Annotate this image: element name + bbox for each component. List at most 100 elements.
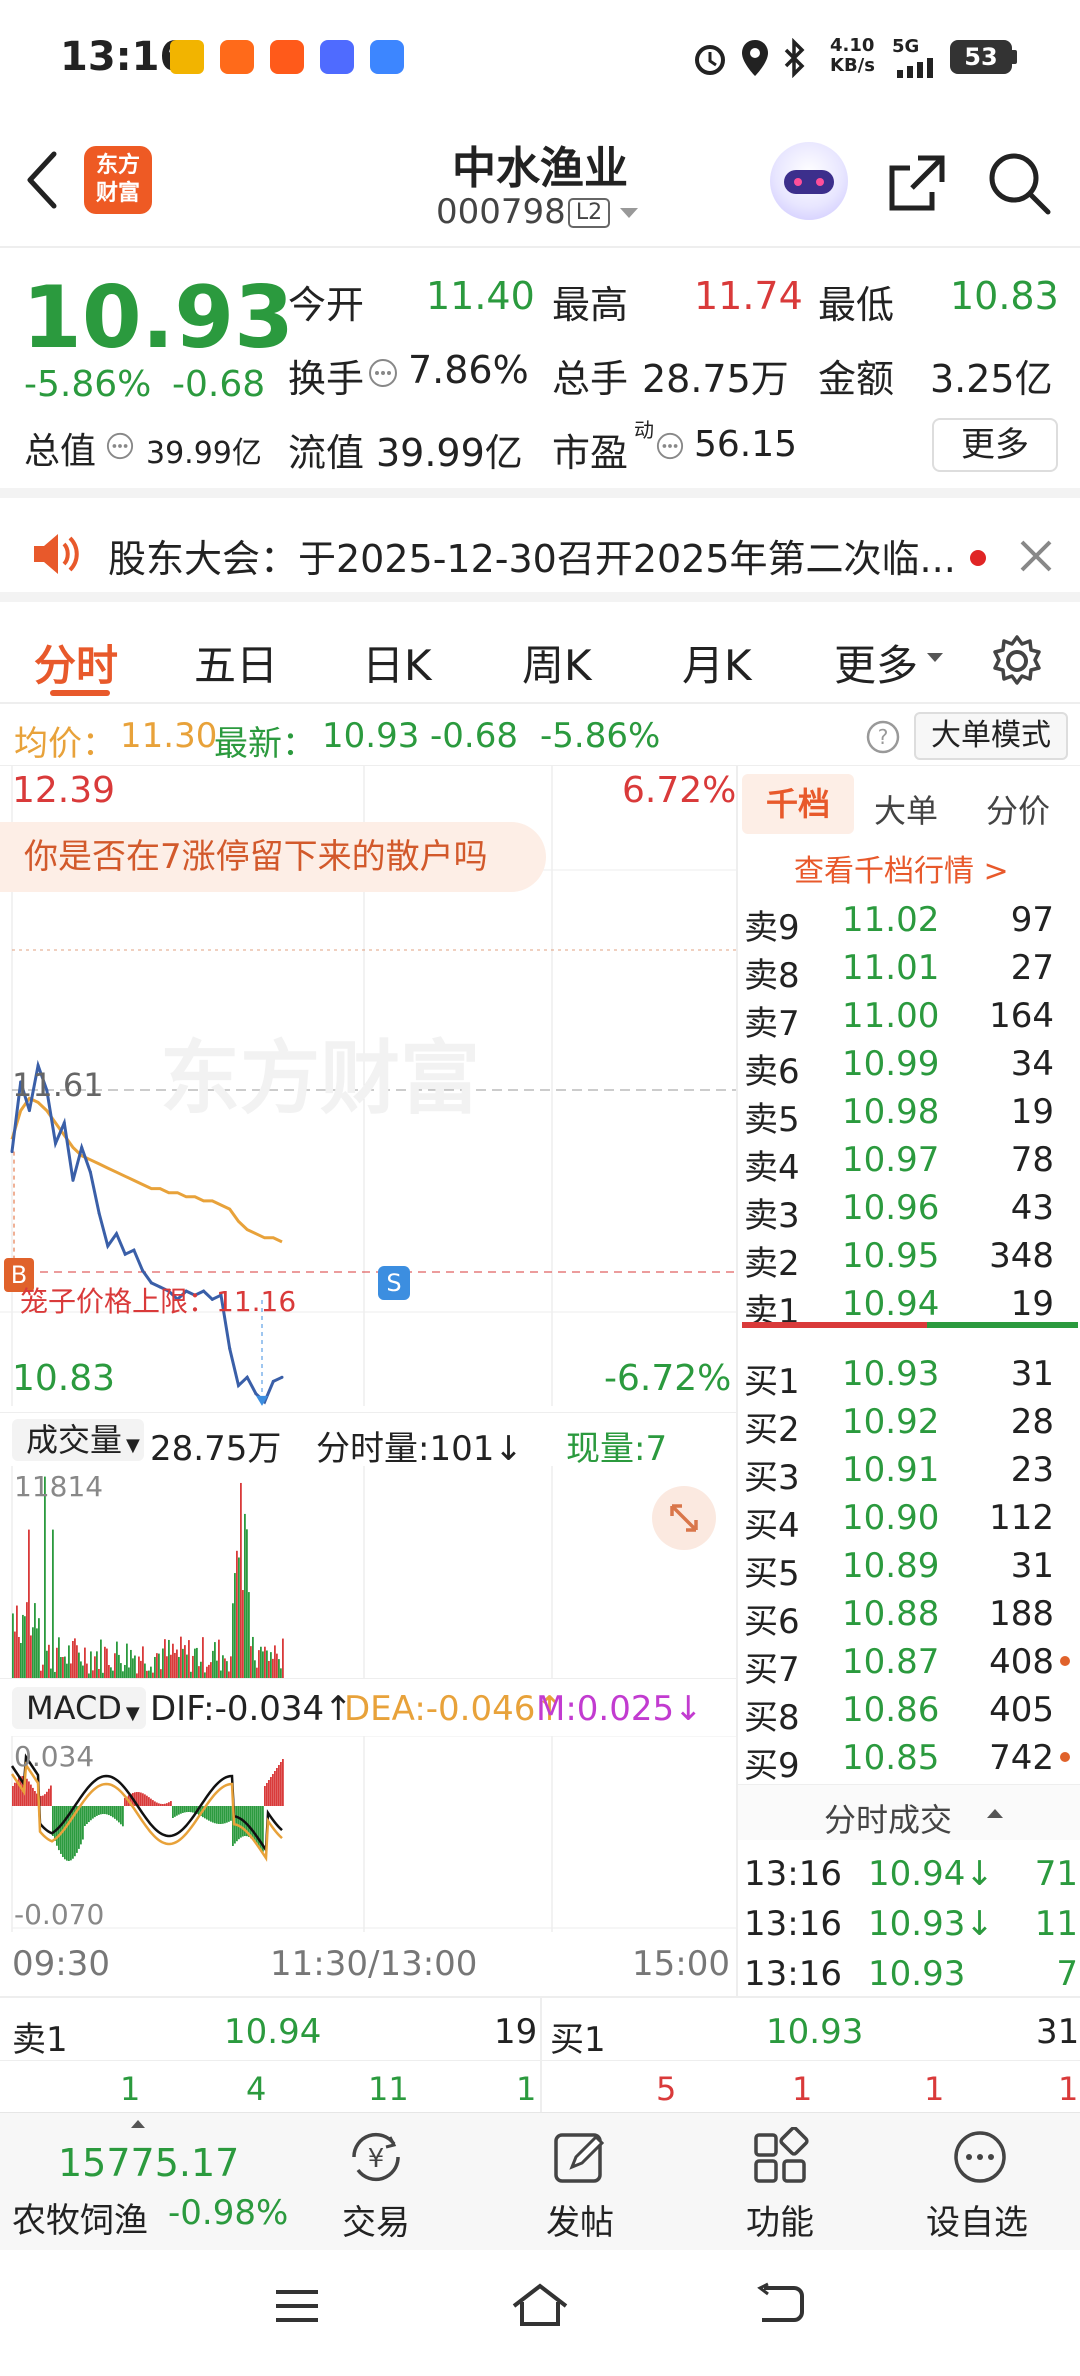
ask-row[interactable]: 卖6 10.99 34 <box>738 1038 1080 1092</box>
tab-monthly-k[interactable]: 月K <box>682 632 752 693</box>
bid-row[interactable]: 买9 10.85 742 <box>738 1732 1080 1786</box>
ask1-label: 卖1 <box>12 2020 68 2060</box>
ask-row[interactable]: 卖5 10.98 19 <box>738 1086 1080 1140</box>
macd-bar <box>212 1806 214 1823</box>
trade-button[interactable]: ¥ 交易 <box>316 2113 436 2251</box>
bid-row[interactable]: 买5 10.89 31 <box>738 1540 1080 1594</box>
more-button[interactable]: 更多 <box>932 418 1058 472</box>
volume-bar <box>210 1662 212 1678</box>
bid-row[interactable]: 买2 10.92 28 <box>738 1396 1080 1450</box>
expand-button[interactable] <box>652 1486 716 1550</box>
robot-face <box>784 170 834 194</box>
trades-header[interactable]: 分时成交 <box>738 1784 1080 1840</box>
robot-assistant-icon[interactable] <box>770 142 848 220</box>
volume-bar <box>84 1647 86 1678</box>
volume-max-label: 11814 <box>14 1470 104 1503</box>
info-dots-icon[interactable] <box>656 432 684 460</box>
price-point <box>27 1109 31 1113</box>
high-label: 最高 <box>552 283 629 327</box>
macd-bar <box>78 1806 80 1849</box>
bid-volume: 188 <box>989 1594 1054 1634</box>
ask-row[interactable]: 卖7 11.00 164 <box>738 990 1080 1044</box>
announcement-bar[interactable]: 股东大会：于2025-12-30召开2025年第二次临... <box>0 508 1080 602</box>
macd-bar <box>184 1806 186 1813</box>
price-point <box>254 1392 258 1396</box>
tab-daily-k[interactable]: 日K <box>362 632 432 693</box>
price-point <box>245 1375 249 1379</box>
macd-bar <box>124 1798 126 1806</box>
big-order-mode-button[interactable]: 大单模式 <box>914 712 1068 760</box>
info-dots-icon[interactable] <box>106 432 134 460</box>
bid-price: 10.85 <box>842 1738 940 1778</box>
bid-row[interactable]: 买4 10.90 112 <box>738 1492 1080 1546</box>
share-icon[interactable] <box>884 152 948 216</box>
tab-five-day[interactable]: 五日 <box>194 632 278 693</box>
intraday-chart[interactable]: 东方财富 12.39 6.72% 11.61 10.83 -6.72% 你是否在… <box>0 766 736 1996</box>
macd-selector[interactable]: MACD ▼ <box>12 1687 146 1729</box>
home-icon[interactable] <box>508 2280 572 2330</box>
tab-intraday[interactable]: 分时 <box>34 632 118 693</box>
add-watchlist-button[interactable]: 设自选 <box>910 2113 1050 2251</box>
tab-weekly-k[interactable]: 周K <box>522 632 592 693</box>
promo-bubble[interactable]: 你是否在7涨停留下来的散户吗 <box>0 822 546 892</box>
ask-row[interactable]: 卖4 10.97 78 <box>738 1134 1080 1188</box>
ask-row[interactable]: 卖8 11.01 27 <box>738 942 1080 996</box>
ask-price: 10.98 <box>842 1092 940 1132</box>
bid1-volume: 31 <box>1036 2012 1080 2052</box>
info-dots-icon[interactable] <box>368 358 398 388</box>
volume-bar <box>70 1663 72 1678</box>
help-icon[interactable]: ? <box>866 720 900 754</box>
bid-row[interactable]: 买7 10.87 408 <box>738 1636 1080 1690</box>
macd-bar <box>226 1806 228 1823</box>
ask-row[interactable]: 卖9 11.02 97 <box>738 894 1080 948</box>
turnover-value: 7.86% <box>408 348 529 392</box>
float-cap-value: 39.99亿 <box>376 431 523 475</box>
view-levels-link[interactable]: 查看千档行情 > <box>794 846 1009 890</box>
ask-row[interactable]: 卖1 10.94 19 <box>738 1278 1080 1332</box>
tab-more[interactable]: 更多 <box>834 632 918 693</box>
macd-bar <box>82 1806 84 1840</box>
bid-row[interactable]: 买3 10.91 23 <box>738 1444 1080 1498</box>
macd-m: M:0.025↓ <box>536 1689 703 1729</box>
tab-big-order[interactable]: 大单 <box>874 786 938 832</box>
ask-row[interactable]: 卖2 10.95 348 <box>738 1230 1080 1284</box>
volume-bar <box>280 1668 282 1678</box>
app-icon-blue <box>370 40 404 74</box>
volume-bar <box>114 1653 116 1678</box>
pct-axis-bottom: -6.72% <box>604 1358 732 1399</box>
level1-quote-bar: 卖1 10.94 19 买1 10.93 31 1 4 11 1 5 1 1 1 <box>0 1996 1080 2114</box>
trade-row: 13:16 10.94↓ 71 <box>738 1848 1080 1896</box>
search-icon[interactable] <box>986 150 1052 216</box>
ask-row[interactable]: 卖3 10.96 43 <box>738 1182 1080 1236</box>
net-speed-unit: KB/s <box>830 55 875 76</box>
bid-row[interactable]: 买6 10.88 188 <box>738 1588 1080 1642</box>
battery-tip <box>1012 50 1017 64</box>
chevron-down-icon[interactable] <box>618 206 640 222</box>
menu-icon[interactable] <box>272 2286 322 2326</box>
tab-thousand-levels[interactable]: 千档 <box>742 774 854 834</box>
sell-marker[interactable]: S <box>378 1266 410 1300</box>
post-label: 发帖 <box>546 2203 614 2243</box>
tab-price-split[interactable]: 分价 <box>986 786 1050 832</box>
volume-selector[interactable]: 成交量 ▼ <box>12 1419 144 1461</box>
macd-bar <box>148 1797 150 1806</box>
bid-row[interactable]: 买8 10.86 405 <box>738 1684 1080 1738</box>
sector-index[interactable]: 15775.17 农牧饲渔 -0.98% <box>0 2113 300 2251</box>
macd-bar <box>30 1784 32 1806</box>
level2-badge[interactable]: L2 <box>568 198 610 228</box>
latest-change-pct: -5.86% <box>540 716 661 756</box>
active-tab-underline <box>50 690 110 696</box>
back-icon[interactable] <box>754 2282 808 2328</box>
volume-bar <box>222 1655 224 1678</box>
volume-bar <box>180 1636 182 1678</box>
macd-selector-label: MACD <box>26 1689 122 1727</box>
functions-button[interactable]: 功能 <box>720 2113 840 2251</box>
macd-bar <box>154 1801 156 1806</box>
latest-price-value: 10.93 <box>322 716 420 756</box>
volume-bar <box>124 1664 126 1678</box>
settings-gear-icon[interactable] <box>990 634 1044 688</box>
close-icon[interactable] <box>1018 538 1054 574</box>
post-button[interactable]: 发帖 <box>520 2113 640 2251</box>
volume-bar <box>214 1642 216 1678</box>
bid-row[interactable]: 买1 10.93 31 <box>738 1348 1080 1402</box>
